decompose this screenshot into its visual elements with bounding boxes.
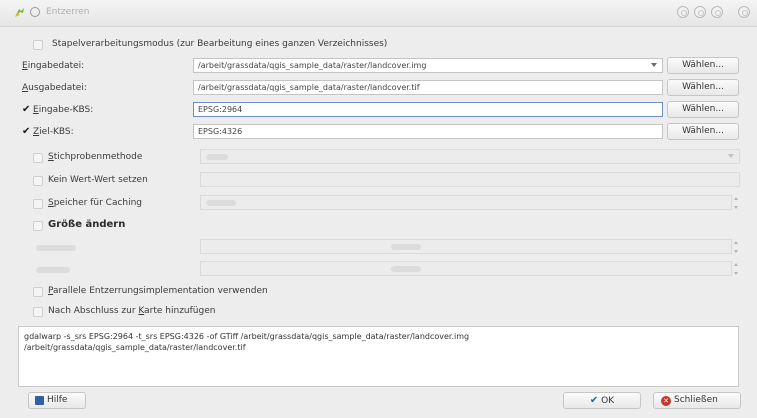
width-value-placeholder xyxy=(391,244,421,250)
target-crs-input[interactable]: EPSG:4326 xyxy=(193,124,663,139)
cache-checkbox[interactable] xyxy=(33,199,43,209)
command-line-1: gdalwarp -s_srs EPSG:2964 -t_srs EPSG:43… xyxy=(24,332,470,341)
input-file-combobox[interactable]: /arbeit/grassdata/qgis_sample_data/raste… xyxy=(193,58,663,73)
width-label-placeholder xyxy=(36,245,76,251)
height-spinbox[interactable] xyxy=(200,261,732,276)
parallel-label: Parallele Entzerrungsimplementation verw… xyxy=(48,286,268,296)
warp-dialog: Entzerren Stapelverarbeitungsmodus (zur … xyxy=(0,0,757,418)
ok-button-label: OK xyxy=(601,396,615,406)
output-file-input[interactable]: /arbeit/grassdata/qgis_sample_data/raste… xyxy=(193,80,663,95)
help-button[interactable]: Hilfe xyxy=(28,392,86,409)
batch-mode-label: Stapelverarbeitungsmodus (zur Bearbeitun… xyxy=(52,39,388,49)
ok-button[interactable]: ✔ OK xyxy=(563,392,641,409)
width-spin-arrows[interactable] xyxy=(733,241,740,253)
cache-label: Speicher für Caching xyxy=(48,198,143,208)
qgis-app-icon xyxy=(15,8,24,17)
output-file-label: Ausgabedatei: xyxy=(22,83,87,93)
resize-checkbox[interactable] xyxy=(33,221,43,231)
height-spin-arrows[interactable] xyxy=(733,263,740,275)
command-line-2: /arbeit/grassdata/qgis_sample_data/raste… xyxy=(24,343,246,352)
resize-label: Größe ändern xyxy=(48,219,126,230)
target-crs-choose-button[interactable]: Wählen... xyxy=(667,123,739,140)
window-menu-icon[interactable] xyxy=(30,7,40,17)
no-data-checkbox[interactable] xyxy=(33,176,43,186)
resampling-select[interactable] xyxy=(200,149,740,164)
width-spinbox[interactable] xyxy=(200,239,732,254)
window-title: Entzerren xyxy=(46,7,90,17)
chevron-down-icon xyxy=(651,63,657,67)
resampling-checkbox[interactable] xyxy=(33,153,43,163)
command-preview-text[interactable]: gdalwarp -s_srs EPSG:2964 -t_srs EPSG:43… xyxy=(18,326,739,387)
input-file-label: Eingabedatei: xyxy=(22,61,85,71)
help-book-icon xyxy=(35,396,44,405)
close-icon: ✕ xyxy=(661,396,671,406)
help-button-label: Hilfe xyxy=(47,395,68,405)
chevron-down-icon xyxy=(728,154,734,158)
close-window-icon[interactable] xyxy=(738,6,750,18)
help-window-icon[interactable] xyxy=(677,6,689,18)
no-data-label: Kein Wert-Wert setzen xyxy=(48,175,148,185)
add-to-map-label: Nach Abschluss zur Karte hinzufügen xyxy=(48,306,216,316)
add-to-map-checkbox[interactable] xyxy=(33,307,43,317)
batch-mode-checkbox[interactable] xyxy=(33,40,43,50)
target-crs-checkbox[interactable]: ✔ xyxy=(22,127,32,137)
parallel-checkbox[interactable] xyxy=(33,287,43,297)
title-bar: Entzerren xyxy=(0,0,757,27)
input-file-value: /arbeit/grassdata/qgis_sample_data/raste… xyxy=(198,61,427,70)
output-file-choose-button[interactable]: Wählen... xyxy=(667,79,739,96)
no-data-input[interactable] xyxy=(200,172,740,187)
close-button[interactable]: ✕ Schließen xyxy=(653,392,741,409)
cache-spin-arrows[interactable] xyxy=(733,197,740,209)
close-button-label: Schließen xyxy=(674,395,718,405)
resampling-value-placeholder xyxy=(206,154,228,160)
input-file-choose-button[interactable]: Wählen... xyxy=(667,57,739,74)
target-crs-label: Ziel-KBS: xyxy=(33,127,74,137)
maximize-icon[interactable] xyxy=(711,6,723,18)
cache-spinbox[interactable] xyxy=(200,195,732,210)
source-crs-label: Eingabe-KBS: xyxy=(33,105,94,115)
resampling-label: Stichprobenmethode xyxy=(48,152,143,162)
checkmark-icon: ✔ xyxy=(589,395,599,406)
source-crs-choose-button[interactable]: Wählen... xyxy=(667,101,739,118)
height-value-placeholder xyxy=(391,266,421,272)
source-crs-checkbox[interactable]: ✔ xyxy=(22,105,32,115)
source-crs-input[interactable]: EPSG:2964 xyxy=(193,102,663,117)
height-label-placeholder xyxy=(36,267,70,273)
minimize-icon[interactable] xyxy=(694,6,706,18)
cache-value-placeholder xyxy=(206,200,236,206)
